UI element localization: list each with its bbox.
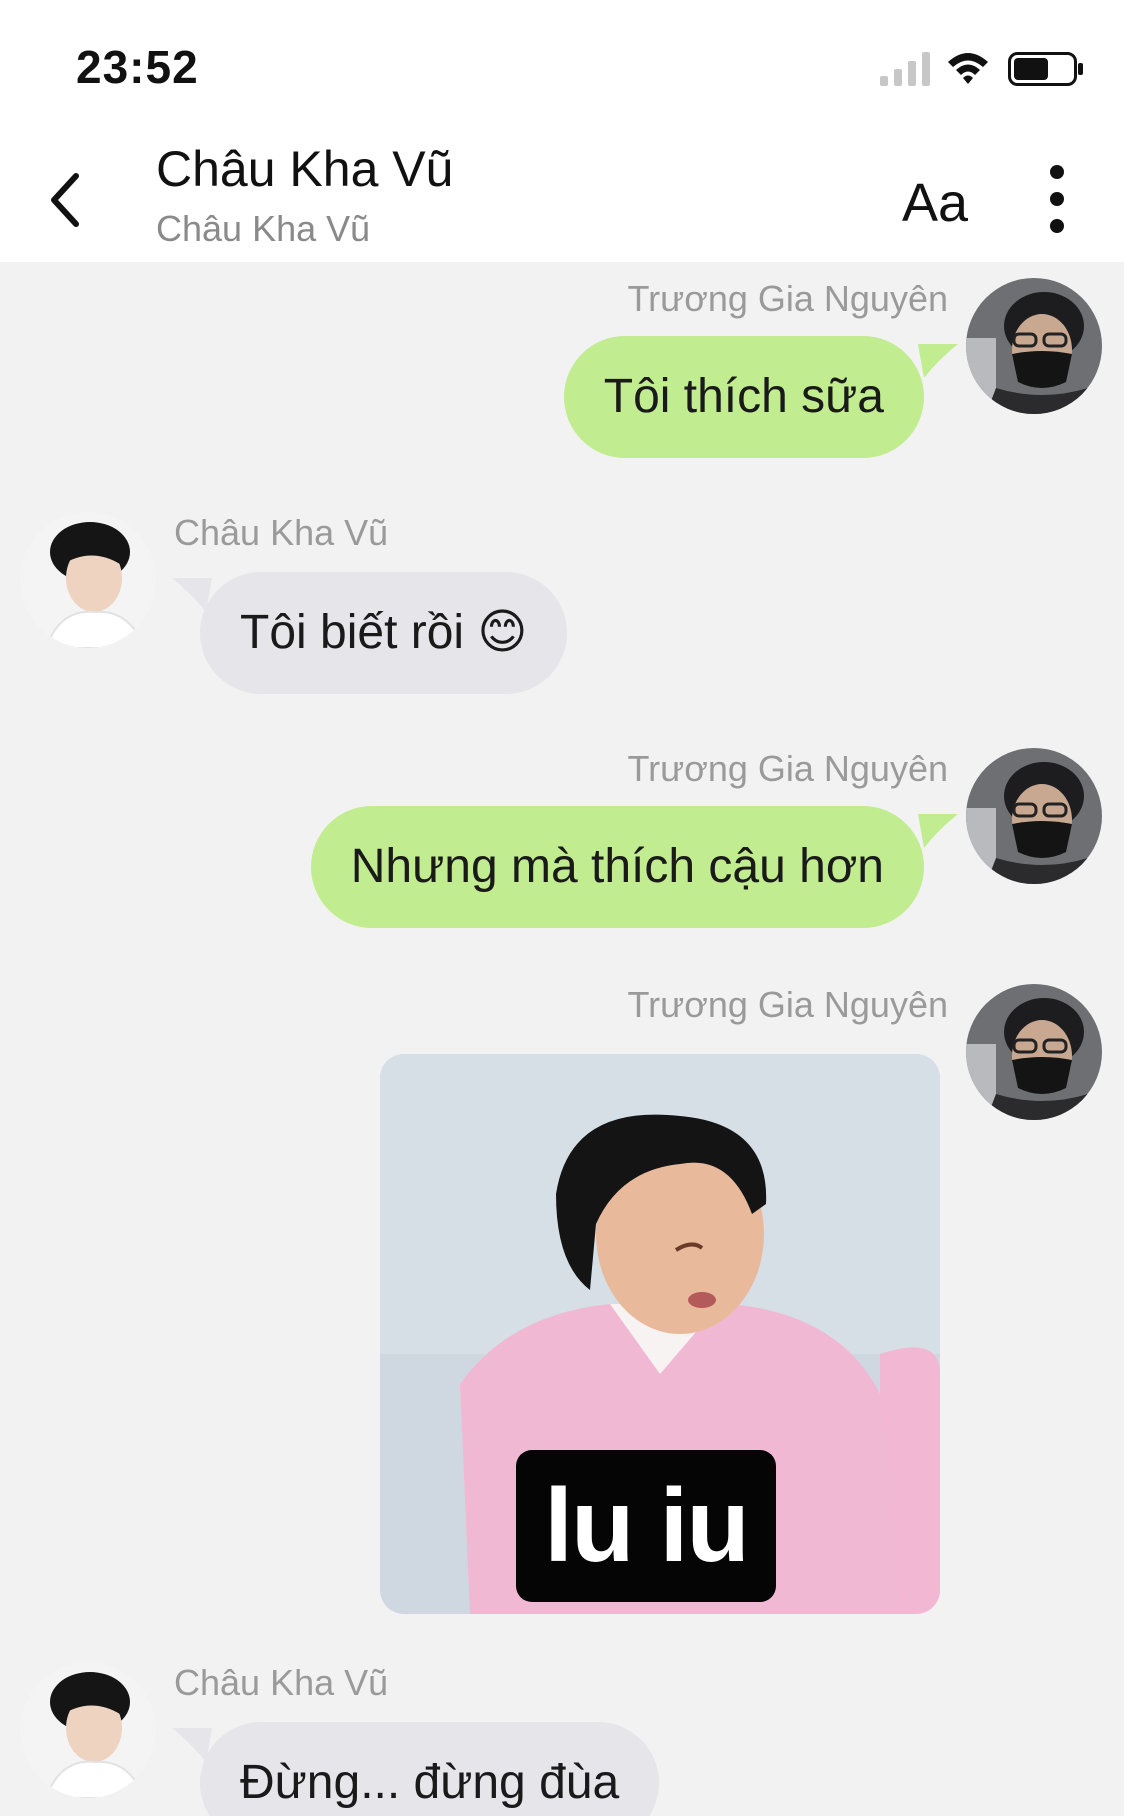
battery-icon [1008,52,1083,86]
sender-name: Châu Kha Vũ [174,512,389,553]
vertical-ellipsis-icon[interactable] [1042,164,1072,234]
sender-name: Châu Kha Vũ [174,1662,389,1703]
avatar[interactable] [966,984,1102,1120]
wifi-icon [948,53,988,84]
chat-header: Châu Kha Vũ Châu Kha Vũ Aa [0,130,1124,262]
sticker-caption: lu iu [516,1450,776,1602]
cellular-signal-icon [880,52,930,86]
avatar[interactable] [20,512,156,648]
sender-name: Trương Gia Nguyên [627,748,948,789]
chat-title[interactable]: Châu Kha Vũ [156,140,453,198]
message-bubble[interactable]: Đừng... đừng đùa [200,1722,660,1816]
sticker-image[interactable]: lu iu [380,1054,940,1614]
avatar[interactable] [966,278,1102,414]
font-size-button[interactable]: Aa [902,172,968,234]
chat-subtitle: Châu Kha Vũ [156,208,371,249]
message-bubble[interactable]: Tôi thích sữa [563,336,924,458]
sender-name: Trương Gia Nguyên [627,984,948,1025]
status-time: 23:52 [76,41,199,93]
avatar[interactable] [966,748,1102,884]
bubble-tail [918,814,958,848]
message-bubble[interactable]: Nhưng mà thích cậu hơn [310,806,924,928]
bubble-tail [918,344,958,378]
avatar[interactable] [20,1662,156,1798]
chevron-left-icon[interactable] [44,170,88,230]
message-list[interactable]: Trương Gia Nguyên Tôi thích sữa Châu Kha… [0,262,1124,1816]
message-bubble[interactable]: Tôi biết rồi 😊 [200,572,568,694]
sender-name: Trương Gia Nguyên [627,278,948,319]
status-bar: 23:52 [0,0,1124,130]
